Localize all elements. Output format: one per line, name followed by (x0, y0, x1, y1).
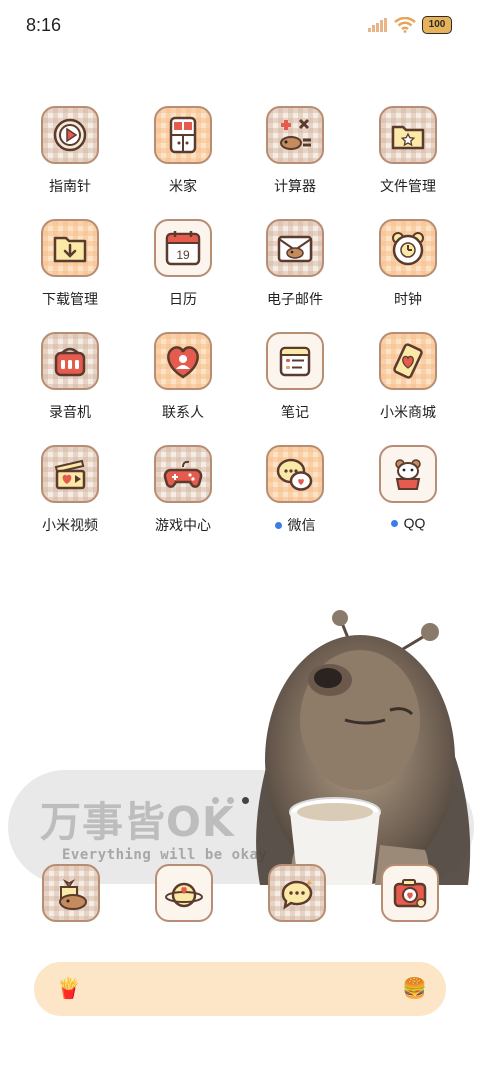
mijia-icon (154, 106, 212, 164)
contacts-icon (154, 332, 212, 390)
video-icon (41, 445, 99, 503)
page-dot (227, 797, 234, 804)
app-label: 联系人 (162, 404, 204, 420)
store-icon (379, 332, 437, 390)
wechat-icon (266, 445, 324, 503)
app-label: 小米视频 (42, 517, 98, 533)
clock-icon (379, 219, 437, 277)
app-wechat[interactable]: 微信 (240, 445, 350, 535)
dock-app-3[interactable] (266, 864, 328, 922)
download-icon (41, 219, 99, 277)
widget-title: 万事皆OK (40, 798, 235, 846)
app-label: 日历 (169, 291, 197, 307)
status-time: 8:16 (26, 15, 62, 35)
status-icons: 100 (368, 16, 452, 34)
app-label: 笔记 (281, 404, 309, 420)
app-mi-store[interactable]: 小米商城 (353, 332, 463, 422)
app-label: 录音机 (49, 404, 91, 420)
app-label: 米家 (169, 178, 197, 194)
chat-bubble-icon (268, 864, 326, 922)
status-bar: 8:16 100 (0, 0, 480, 50)
notification-dot (390, 519, 398, 527)
calendar-icon: 19 (154, 219, 212, 277)
app-recorder[interactable]: 录音机 (15, 332, 125, 422)
app-email[interactable]: 电子邮件 (240, 219, 350, 309)
wifi-icon (394, 17, 416, 33)
dog-photo (256, 610, 471, 885)
app-download-manager[interactable]: 下载管理 (15, 219, 125, 309)
calendar-date: 19 (176, 248, 190, 262)
gamepad-icon (154, 445, 212, 503)
app-label: 文件管理 (380, 178, 436, 194)
app-label: 电子邮件 (267, 291, 323, 307)
app-mi-video[interactable]: 小米视频 (15, 445, 125, 535)
widget-subtitle: Everything will be okay (62, 847, 268, 863)
notification-dot (274, 521, 282, 529)
app-calculator[interactable]: 计算器 (240, 106, 350, 196)
app-label: QQ (403, 515, 426, 531)
page-dot (212, 797, 219, 804)
notes-icon (266, 332, 324, 390)
burger-icon: 🍔 (402, 978, 427, 1000)
app-label: 游戏中心 (155, 517, 211, 533)
app-qq[interactable]: QQ (353, 445, 463, 531)
folder-icon (379, 106, 437, 164)
dock-app-2[interactable] (153, 864, 215, 922)
app-contacts[interactable]: 联系人 (128, 332, 238, 422)
app-mijia[interactable]: 米家 (128, 106, 238, 196)
dock-app-1[interactable] (40, 864, 102, 922)
app-calendar[interactable]: 19 日历 (128, 219, 238, 309)
search-bar[interactable] (34, 962, 446, 1016)
recorder-icon (41, 332, 99, 390)
app-clock[interactable]: 时钟 (353, 219, 463, 309)
app-label: 微信 (287, 517, 316, 533)
signal-icon (368, 18, 387, 32)
app-label: 下载管理 (42, 291, 98, 307)
compass-icon (41, 106, 99, 164)
app-label: 小米商城 (380, 404, 436, 420)
mail-icon (266, 219, 324, 277)
app-file-manager[interactable]: 文件管理 (353, 106, 463, 196)
app-label: 时钟 (394, 291, 422, 307)
fries-icon: 🍟 (56, 978, 81, 1000)
planet-heart-icon (155, 864, 213, 922)
dog-gift-icon (42, 864, 100, 922)
calculator-icon (266, 106, 324, 164)
qq-icon (379, 445, 437, 503)
app-game-center[interactable]: 游戏中心 (128, 445, 238, 535)
dock-app-4[interactable] (379, 864, 441, 922)
battery-icon: 100 (422, 16, 452, 34)
app-label: 计算器 (274, 178, 316, 194)
app-label: 指南针 (49, 178, 91, 194)
camera-icon (381, 864, 439, 922)
app-notes[interactable]: 笔记 (240, 332, 350, 422)
app-compass[interactable]: 指南针 (15, 106, 125, 196)
